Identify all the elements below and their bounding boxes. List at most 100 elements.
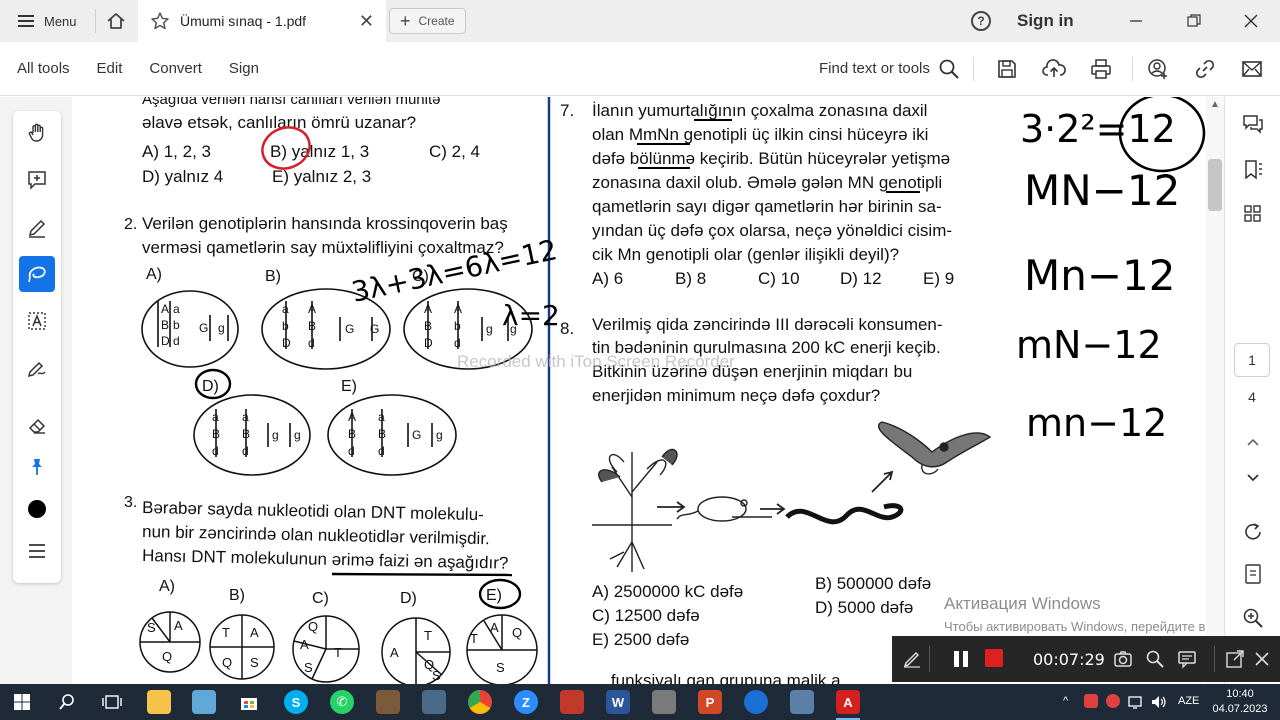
q2-stem-line-1: Verilən genotiplərin hansında krossinqov… xyxy=(142,214,508,233)
text-box-icon[interactable] xyxy=(19,303,55,339)
taskbar-clock[interactable]: 10:40 04.07.2023 xyxy=(1212,687,1268,717)
add-comment-icon[interactable] xyxy=(19,162,55,198)
hand-tool-icon[interactable] xyxy=(19,115,55,151)
q3-option-b: B) xyxy=(229,587,245,604)
save-icon[interactable] xyxy=(994,56,1020,82)
minimize-icon[interactable] xyxy=(1123,8,1149,34)
cloud-upload-icon[interactable] xyxy=(1041,56,1067,82)
all-tools-menu[interactable]: All tools xyxy=(17,60,70,77)
pin-icon[interactable] xyxy=(19,449,55,485)
sign-in-button[interactable]: Sign in xyxy=(1017,11,1074,31)
search-icon[interactable] xyxy=(55,690,79,714)
pen-icon[interactable] xyxy=(902,648,922,673)
collapse-icon[interactable] xyxy=(1225,649,1245,674)
chrome-icon[interactable] xyxy=(468,690,492,714)
tray-app-icon[interactable] xyxy=(1106,694,1120,708)
home-button[interactable] xyxy=(96,0,136,42)
document-tab[interactable]: Ümumi sınaq - 1.pdf ✕ xyxy=(138,0,386,42)
thumbnails-icon[interactable] xyxy=(1240,201,1266,227)
bookmark-panel-icon[interactable] xyxy=(1240,157,1266,183)
divider xyxy=(929,646,930,672)
close-recorder-icon[interactable] xyxy=(1252,649,1272,674)
comments-panel-icon[interactable] xyxy=(1240,111,1266,137)
annotation-icon[interactable] xyxy=(1177,649,1197,674)
svg-text:S: S xyxy=(304,660,313,675)
email-icon[interactable] xyxy=(1239,56,1265,82)
divider xyxy=(973,57,974,81)
whatsapp-icon[interactable]: ✆ xyxy=(330,690,354,714)
star-icon[interactable] xyxy=(150,11,170,31)
plant-drawing xyxy=(598,448,678,572)
store-icon[interactable] xyxy=(237,690,261,714)
tray-overflow-icon[interactable]: ^ xyxy=(1063,695,1068,707)
current-page-field[interactable]: 1 xyxy=(1234,343,1270,377)
rotate-icon[interactable] xyxy=(1240,519,1266,545)
windows-start-icon[interactable] xyxy=(10,690,34,714)
svg-text:D: D xyxy=(424,336,433,350)
highlight-pen-icon[interactable] xyxy=(19,209,55,245)
file-explorer-icon[interactable] xyxy=(147,690,171,714)
svg-text:D: D xyxy=(161,334,170,348)
q3-stem-line-2: nun bir zəncirində olan nukleotidlər ver… xyxy=(142,522,490,548)
food-chain-illustration xyxy=(592,421,992,572)
svg-text:a: a xyxy=(282,302,289,316)
svg-text:g: g xyxy=(294,428,301,442)
tray-app-icon[interactable] xyxy=(1084,694,1098,708)
powerpoint-icon[interactable]: P xyxy=(698,690,722,714)
previous-page-icon[interactable] xyxy=(1240,429,1266,455)
draw-freeform-icon[interactable] xyxy=(19,256,55,292)
stop-record-icon[interactable] xyxy=(985,649,1003,667)
volume-icon[interactable] xyxy=(1151,695,1167,714)
q7-stem-line-3: dəfə bölünmə keçirib. Bütün hüceyrələr y… xyxy=(592,149,950,168)
zoom-icon[interactable] xyxy=(1145,649,1165,674)
svg-text:B: B xyxy=(212,427,220,441)
left-tool-panel xyxy=(0,97,72,684)
next-page-icon[interactable] xyxy=(1240,465,1266,491)
eraser-icon[interactable] xyxy=(19,407,55,443)
app-icon[interactable] xyxy=(376,690,400,714)
scroll-up-icon[interactable]: ▲ xyxy=(1210,99,1220,110)
task-view-icon[interactable] xyxy=(100,690,124,714)
fit-page-icon[interactable] xyxy=(1240,561,1266,587)
recorder-app-icon[interactable] xyxy=(560,690,584,714)
pause-icon[interactable] xyxy=(952,649,970,674)
app-icon[interactable] xyxy=(652,690,676,714)
adobe-acrobat-icon[interactable]: A xyxy=(836,690,860,714)
edit-menu[interactable]: Edit xyxy=(97,60,123,77)
print-icon[interactable] xyxy=(1088,56,1114,82)
signature-icon[interactable] xyxy=(19,350,55,386)
link-icon[interactable] xyxy=(1192,56,1218,82)
help-icon[interactable]: ? xyxy=(971,11,991,31)
camera-icon[interactable] xyxy=(1113,649,1133,674)
more-tools-icon[interactable] xyxy=(19,533,55,569)
skype-icon[interactable]: S xyxy=(284,690,308,714)
svg-text:G: G xyxy=(345,322,354,336)
restore-icon[interactable] xyxy=(1181,8,1207,34)
divider xyxy=(1132,57,1133,81)
total-pages: 4 xyxy=(1248,389,1256,405)
svg-text:g: g xyxy=(272,428,279,442)
language-indicator[interactable]: AZE xyxy=(1178,695,1199,707)
calculator-icon[interactable] xyxy=(790,690,814,714)
search-icon[interactable] xyxy=(936,56,962,82)
create-button[interactable]: + Create xyxy=(389,8,466,34)
find-text-button[interactable]: Find text or tools xyxy=(819,60,930,77)
close-window-icon[interactable] xyxy=(1238,8,1264,34)
windows-taskbar: S ✆ Z W P A ^ AZE 10:40 04.07.2023 xyxy=(0,684,1280,720)
word-icon[interactable]: W xyxy=(606,690,630,714)
zoom-app-icon[interactable]: Z xyxy=(514,690,538,714)
app-icon[interactable] xyxy=(422,690,446,714)
scroll-thumb[interactable] xyxy=(1208,159,1222,211)
menu-button[interactable]: Menu xyxy=(0,0,95,42)
sign-menu[interactable]: Sign xyxy=(229,60,259,77)
q3-number: 3. xyxy=(124,494,137,511)
paint-icon[interactable] xyxy=(192,690,216,714)
convert-menu[interactable]: Convert xyxy=(149,60,202,77)
app-icon[interactable] xyxy=(744,690,768,714)
network-icon[interactable] xyxy=(1128,695,1144,714)
svg-text:B: B xyxy=(242,427,250,441)
close-tab-icon[interactable]: ✕ xyxy=(359,11,374,32)
share-user-icon[interactable] xyxy=(1145,56,1171,82)
color-swatch-icon[interactable] xyxy=(19,491,55,527)
q7-number: 7. xyxy=(560,101,574,120)
